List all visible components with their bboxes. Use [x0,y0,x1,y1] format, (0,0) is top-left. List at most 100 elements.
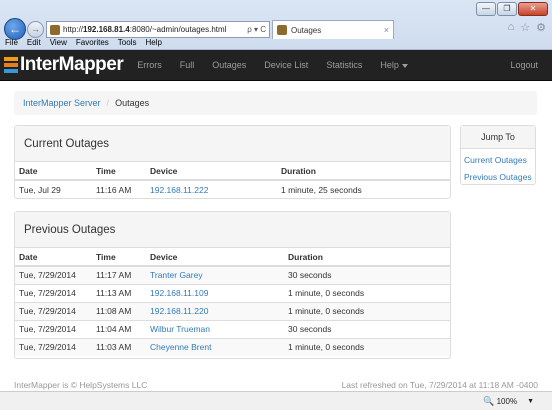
column-header-time: Time [92,248,146,267]
menu-edit[interactable]: Edit [27,38,41,50]
favorites-star-icon[interactable]: ☆ [520,21,530,34]
nav-full[interactable]: Full [180,60,195,70]
menu-view[interactable]: View [50,38,67,50]
table-row: Tue, 7/29/2014 11:08 AM 192.168.11.220 1… [15,301,450,320]
outage-time: 11:08 AM [92,301,146,320]
restore-button[interactable]: ❐ [497,2,517,16]
browser-toolbar-icons: ⌂ ☆ ⚙ [508,21,546,34]
chevron-down-icon[interactable]: ▼ [527,398,534,405]
current-outages-panel: Current Outages Date Time Device Duratio… [14,125,451,199]
outage-time: 11:04 AM [92,319,146,338]
browser-chrome: — ❐ ✕ ← → http://192.168.81.4:8080/~admi… [0,0,552,50]
logout-link[interactable]: Logout [510,60,538,70]
column-header-device: Device [146,162,277,181]
outage-date: Tue, 7/29/2014 [15,301,92,320]
nav-errors[interactable]: Errors [137,60,162,70]
back-button[interactable]: ← [4,18,26,40]
gear-icon[interactable]: ⚙ [536,21,546,34]
window-controls: — ❐ ✕ [476,2,548,16]
outage-duration: 30 seconds [284,319,450,338]
nav-help-dropdown[interactable]: Help [380,60,408,70]
device-link[interactable]: Cheyenne Brent [150,342,211,352]
jump-to-links: Current Outages Previous Outages [461,149,535,189]
nav-device-list[interactable]: Device List [264,60,308,70]
nav-help-label: Help [380,60,399,70]
outage-duration: 1 minute, 0 seconds [284,283,450,302]
column-header-duration: Duration [284,248,450,267]
column-header-duration: Duration [277,162,450,181]
table-header-row: Date Time Device Duration [15,248,450,267]
tab-favicon-icon [277,25,287,35]
jump-previous-outages-link[interactable]: Previous Outages [464,169,532,186]
breadcrumb: InterMapper Server / Outages [14,91,537,115]
home-icon[interactable]: ⌂ [508,21,515,34]
forward-button[interactable]: → [27,21,44,38]
browser-tab-outages[interactable]: Outages × [272,20,394,39]
zoom-level: 100% [496,397,518,406]
browser-status-bar: 🔍 100% ▼ [0,391,552,410]
column-header-time: Time [92,162,146,181]
previous-outages-panel: Previous Outages Date Time Device Durati… [14,211,451,359]
column-header-device: Device [146,248,284,267]
outage-duration: 1 minute, 25 seconds [277,179,450,198]
menu-favorites[interactable]: Favorites [76,38,109,50]
address-bar[interactable]: http://192.168.81.4:8080/~admin/outages.… [46,21,270,38]
device-link[interactable]: 192.168.11.222 [150,185,208,195]
close-window-button[interactable]: ✕ [518,2,548,16]
outage-date: Tue, 7/29/2014 [15,319,92,338]
intermapper-logo[interactable]: InterMapper [4,54,124,76]
caret-down-icon [401,63,408,68]
outage-date: Tue, 7/29/2014 [15,283,92,302]
brand-text: InterMapper [20,54,124,75]
outage-time: 11:16 AM [92,179,146,198]
table-row: Tue, 7/29/2014 11:03 AM Cheyenne Brent 1… [15,337,450,356]
site-favicon-icon [50,24,60,35]
tab-title: Outages [291,25,322,35]
tab-close-icon[interactable]: × [384,25,389,35]
outage-date: Tue, Jul 29 [15,179,92,198]
table-header-row: Date Time Device Duration [15,162,450,181]
device-link[interactable]: Wilbur Trueman [150,324,210,334]
jump-to-panel: Jump To Current Outages Previous Outages [460,125,536,185]
outage-duration: 1 minute, 0 seconds [284,337,450,356]
current-outages-table: Date Time Device Duration Tue, Jul 29 11… [15,162,450,198]
outage-time: 11:13 AM [92,283,146,302]
outage-date: Tue, 7/29/2014 [15,265,92,284]
logo-mark-icon [4,56,18,74]
device-link[interactable]: 192.168.11.109 [150,288,208,298]
table-row: Tue, 7/29/2014 11:04 AM Wilbur Trueman 3… [15,319,450,338]
zoom-control[interactable]: 🔍 100% ▼ [483,396,534,407]
column-header-date: Date [15,248,92,267]
jump-to-heading: Jump To [461,126,535,149]
breadcrumb-current: Outages [115,98,150,108]
address-tools[interactable]: ρ ▾ C [244,25,269,34]
address-url: http://192.168.81.4:8080/~admin/outages.… [63,25,227,34]
previous-outages-heading: Previous Outages [15,212,450,248]
breadcrumb-separator: / [106,98,110,108]
device-link[interactable]: Tranter Garey [150,270,203,280]
device-link[interactable]: 192.168.11.220 [150,306,208,316]
nav-statistics[interactable]: Statistics [326,60,362,70]
last-refreshed-text: Last refreshed on Tue, 7/29/2014 at 11:1… [341,380,538,390]
outage-time: 11:17 AM [92,265,146,284]
outage-duration: 1 minute, 0 seconds [284,301,450,320]
outage-date: Tue, 7/29/2014 [15,337,92,356]
table-row: Tue, 7/29/2014 11:13 AM 192.168.11.109 1… [15,283,450,302]
column-header-date: Date [15,162,92,181]
app-navbar: InterMapper Errors Full Outages Device L… [0,50,552,81]
outage-time: 11:03 AM [92,337,146,356]
minimize-button[interactable]: — [476,2,496,16]
menu-bar: File Edit View Favorites Tools Help [0,38,171,50]
menu-help[interactable]: Help [145,38,161,50]
current-outages-heading: Current Outages [15,126,450,162]
nav-outages[interactable]: Outages [212,60,246,70]
menu-tools[interactable]: Tools [118,38,137,50]
breadcrumb-home-link[interactable]: InterMapper Server [23,98,101,108]
menu-file[interactable]: File [5,38,18,50]
jump-current-outages-link[interactable]: Current Outages [464,152,532,169]
outage-duration: 30 seconds [284,265,450,284]
copyright-text: InterMapper is © HelpSystems LLC [14,380,148,390]
zoom-icon: 🔍 [483,396,495,406]
previous-outages-table: Date Time Device Duration Tue, 7/29/2014… [15,248,450,356]
table-row: Tue, 7/29/2014 11:17 AM Tranter Garey 30… [15,265,450,284]
